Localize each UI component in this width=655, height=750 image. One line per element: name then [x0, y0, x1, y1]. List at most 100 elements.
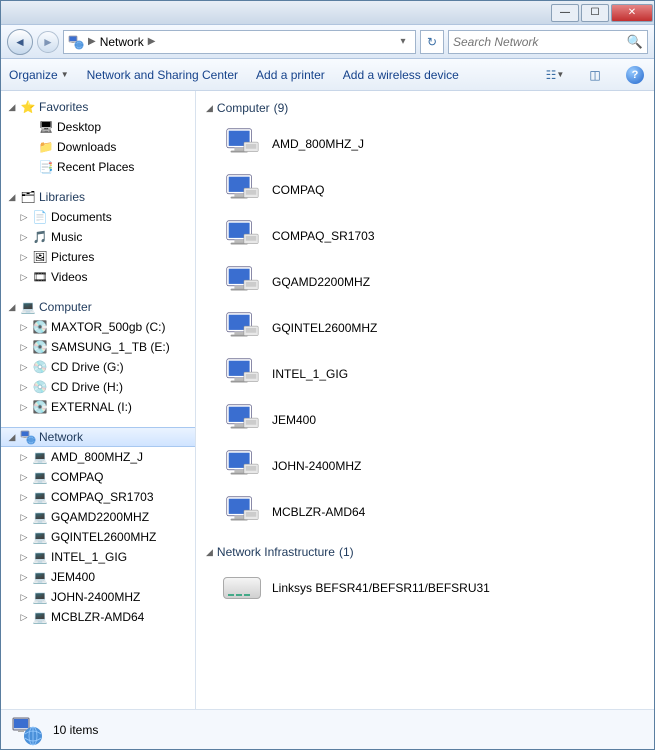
tree-item-label: Downloads: [57, 140, 116, 154]
expand-icon[interactable]: ▷: [19, 492, 29, 503]
search-box[interactable]: 🔍: [448, 30, 648, 54]
expand-icon[interactable]: ▷: [19, 612, 29, 623]
tree-item[interactable]: ▷💽MAXTOR_500gb (C:): [1, 317, 195, 337]
tree-item[interactable]: ▷💻GQAMD2200MHZ: [1, 507, 195, 527]
computer-item[interactable]: GQAMD2200MHZ: [206, 259, 644, 305]
computer-item[interactable]: COMPAQ: [206, 167, 644, 213]
pc-icon: 💻: [32, 449, 48, 465]
tree-item[interactable]: ▷💽EXTERNAL (I:): [1, 397, 195, 417]
preview-pane-button[interactable]: ◫: [584, 64, 606, 86]
expand-icon[interactable]: ▷: [19, 322, 29, 333]
collapse-icon[interactable]: ◢: [7, 302, 17, 313]
drive-win-icon: 💽: [32, 319, 48, 335]
expand-icon[interactable]: ▷: [19, 212, 29, 223]
computer-item[interactable]: INTEL_1_GIG: [206, 351, 644, 397]
tree-item[interactable]: ▷📄Documents: [1, 207, 195, 227]
computer-item[interactable]: JEM400: [206, 397, 644, 443]
favorites-header[interactable]: ◢ ⭐ Favorites: [1, 97, 195, 117]
tree-item[interactable]: ▷🎞Videos: [1, 267, 195, 287]
network-header[interactable]: ◢ Network: [1, 427, 195, 447]
cd-icon: 💿: [32, 359, 48, 375]
item-label: COMPAQ_SR1703: [272, 229, 375, 243]
expand-icon[interactable]: ▷: [19, 362, 29, 373]
pic-icon: 🖼: [32, 249, 48, 265]
sharing-center-button[interactable]: Network and Sharing Center: [87, 68, 238, 82]
tree-item[interactable]: ▷💻MCBLZR-AMD64: [1, 607, 195, 627]
tree-item[interactable]: ▷💻GQINTEL2600MHZ: [1, 527, 195, 547]
expand-icon[interactable]: ▷: [19, 512, 29, 523]
add-printer-button[interactable]: Add a printer: [256, 68, 325, 82]
tree-item[interactable]: ▷💿CD Drive (H:): [1, 377, 195, 397]
tree-item[interactable]: ▷🖼Pictures: [1, 247, 195, 267]
tree-item[interactable]: 🖥Desktop: [1, 117, 195, 137]
video-icon: 🎞: [32, 269, 48, 285]
add-wireless-button[interactable]: Add a wireless device: [343, 68, 459, 82]
network-icon: [20, 429, 36, 445]
details-pane: 10 items: [1, 709, 654, 749]
drive-icon: 💽: [32, 339, 48, 355]
tree-item-label: Pictures: [51, 250, 94, 264]
view-options-button[interactable]: ☷ ▼: [544, 64, 566, 86]
back-button[interactable]: ◄: [7, 29, 33, 55]
expand-icon[interactable]: ▷: [19, 232, 29, 243]
expand-icon[interactable]: ▷: [19, 272, 29, 283]
expand-icon[interactable]: ▷: [19, 572, 29, 583]
expand-icon[interactable]: ▷: [19, 452, 29, 463]
pc-icon: 💻: [32, 529, 48, 545]
computer-item[interactable]: AMD_800MHZ_J: [206, 121, 644, 167]
router-item[interactable]: Linksys BEFSR41/BEFSR11/BEFSRU31: [206, 565, 644, 611]
expand-icon[interactable]: ▷: [19, 382, 29, 393]
item-label: MCBLZR-AMD64: [272, 505, 365, 519]
tree-item[interactable]: ▷💻JOHN-2400MHZ: [1, 587, 195, 607]
breadcrumb-location[interactable]: Network: [100, 35, 144, 49]
tree-item[interactable]: ▷💽SAMSUNG_1_TB (E:): [1, 337, 195, 357]
organize-menu[interactable]: Organize ▼: [9, 68, 69, 82]
expand-icon[interactable]: ▷: [19, 552, 29, 563]
tree-item[interactable]: ▷💻COMPAQ: [1, 467, 195, 487]
computer-header[interactable]: ◢ 💻 Computer: [1, 297, 195, 317]
refresh-button[interactable]: ↻: [420, 30, 444, 54]
computer-item[interactable]: MCBLZR-AMD64: [206, 489, 644, 535]
search-input[interactable]: [453, 35, 627, 49]
collapse-icon[interactable]: ◢: [7, 192, 17, 203]
infra-group-header[interactable]: ◢ Network Infrastructure (1): [206, 545, 644, 559]
help-button[interactable]: ?: [624, 64, 646, 86]
collapse-icon[interactable]: ◢: [7, 432, 17, 443]
desktop-icon: 🖥: [38, 119, 54, 135]
network-icon: [11, 714, 43, 746]
tree-item[interactable]: ▷💻COMPAQ_SR1703: [1, 487, 195, 507]
tree-item[interactable]: ▷💻JEM400: [1, 567, 195, 587]
navigation-pane: ◢ ⭐ Favorites 🖥Desktop📁Downloads📑Recent …: [1, 91, 196, 709]
tree-item-label: COMPAQ: [51, 470, 103, 484]
computer-item[interactable]: COMPAQ_SR1703: [206, 213, 644, 259]
computer-item[interactable]: JOHN-2400MHZ: [206, 443, 644, 489]
tree-item[interactable]: ▷💻INTEL_1_GIG: [1, 547, 195, 567]
tree-item-label: EXTERNAL (I:): [51, 400, 132, 414]
libraries-header[interactable]: ◢ 🗂 Libraries: [1, 187, 195, 207]
expand-icon[interactable]: ▷: [19, 252, 29, 263]
forward-button[interactable]: ►: [37, 31, 59, 53]
search-icon[interactable]: 🔍: [627, 34, 643, 50]
minimize-button[interactable]: —: [551, 4, 579, 22]
tree-item[interactable]: ▷💻AMD_800MHZ_J: [1, 447, 195, 467]
close-button[interactable]: ✕: [611, 4, 653, 22]
tree-item-label: COMPAQ_SR1703: [51, 490, 154, 504]
computer-item[interactable]: GQINTEL2600MHZ: [206, 305, 644, 351]
maximize-button[interactable]: ☐: [581, 4, 609, 22]
breadcrumb[interactable]: ▶ Network ▶ ▾: [63, 30, 416, 54]
tree-item[interactable]: 📁Downloads: [1, 137, 195, 157]
breadcrumb-dropdown[interactable]: ▾: [395, 36, 411, 47]
expand-icon[interactable]: ▷: [19, 472, 29, 483]
expand-icon[interactable]: ▷: [19, 342, 29, 353]
network-icon: [68, 34, 84, 50]
computer-group-header[interactable]: ◢ Computer (9): [206, 101, 644, 115]
collapse-icon[interactable]: ◢: [7, 102, 17, 113]
expand-icon[interactable]: ▷: [19, 592, 29, 603]
tree-item[interactable]: 📑Recent Places: [1, 157, 195, 177]
content-pane: ◢ Computer (9) AMD_800MHZ_JCOMPAQ COMPAQ_…: [196, 91, 654, 709]
tree-item[interactable]: ▷💿CD Drive (G:): [1, 357, 195, 377]
tree-item[interactable]: ▷🎵Music: [1, 227, 195, 247]
expand-icon[interactable]: ▷: [19, 402, 29, 413]
expand-icon[interactable]: ▷: [19, 532, 29, 543]
item-count: 10 items: [53, 723, 98, 737]
